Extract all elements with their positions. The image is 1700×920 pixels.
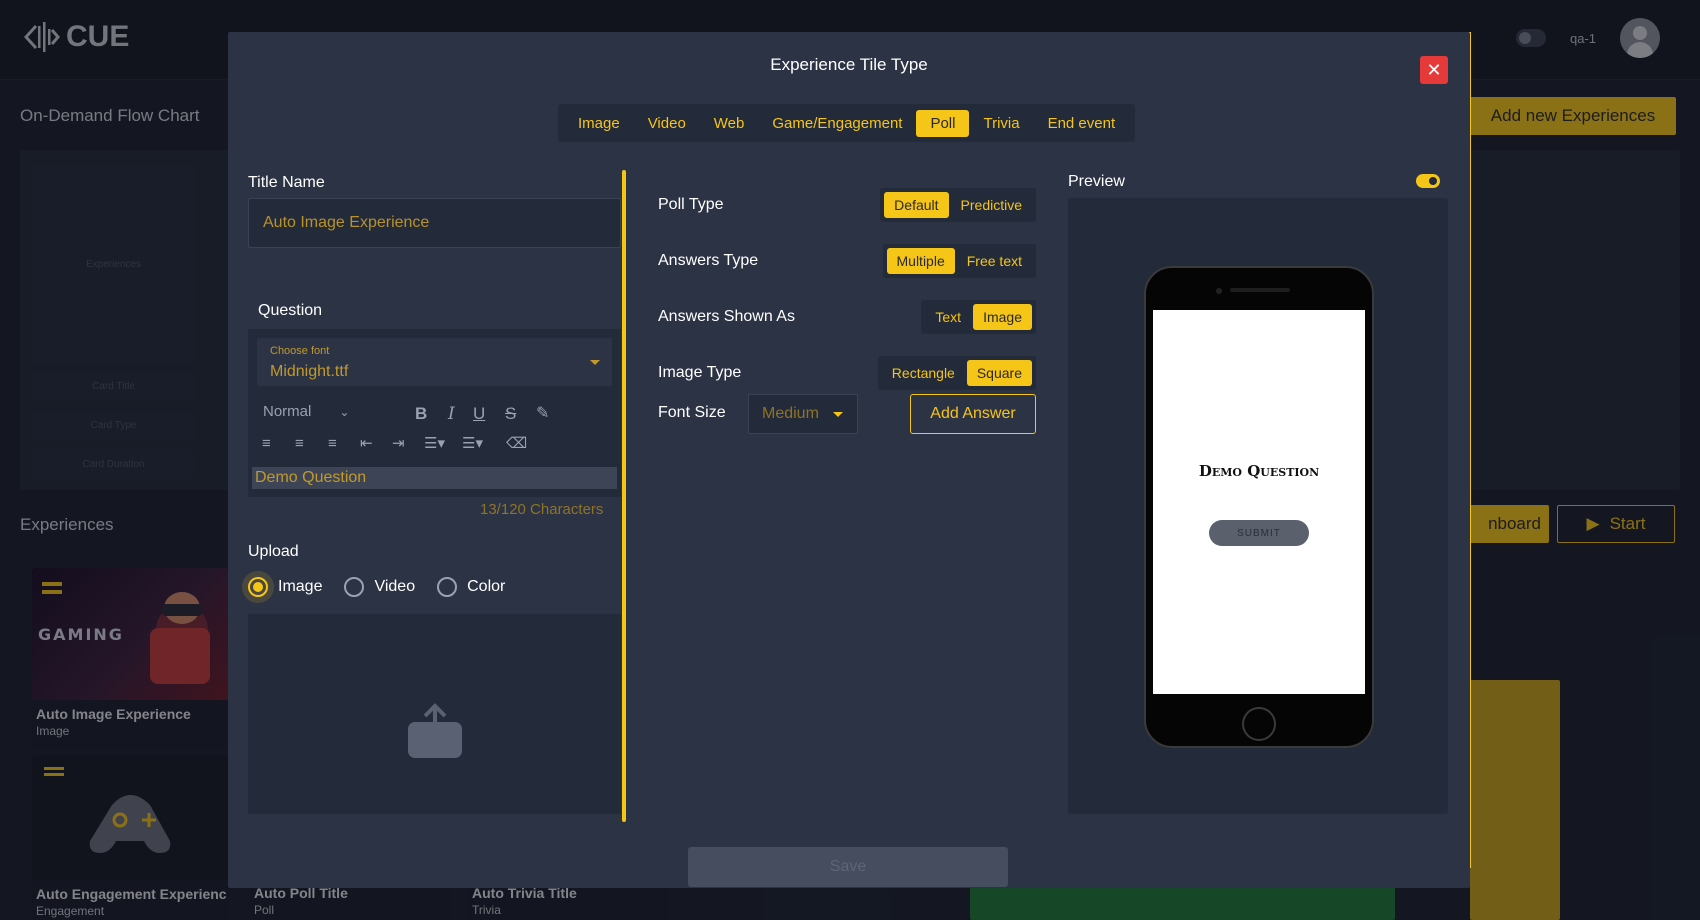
answers-shown-text-option[interactable]: Text	[925, 304, 971, 330]
title-name-label: Title Name	[248, 174, 325, 191]
upload-type-radio-group: Image Video Color	[241, 571, 527, 603]
phone-camera-icon	[1216, 288, 1222, 294]
save-button[interactable]: Save	[688, 847, 1008, 887]
title-name-input[interactable]: Auto Image Experience	[248, 198, 621, 248]
text-style-value: Normal	[263, 403, 312, 420]
tab-video[interactable]: Video	[634, 110, 700, 137]
upload-video-radio[interactable]: Video	[344, 577, 415, 597]
answers-type-toggle: Multiple Free text	[882, 244, 1036, 278]
ordered-list-icon[interactable]: ☰▾	[424, 435, 445, 453]
tab-game-engagement[interactable]: Game/Engagement	[758, 110, 916, 137]
caret-down-icon	[833, 412, 843, 417]
question-editor: Choose font Midnight.ttf Normal ⌄ B I U …	[248, 329, 621, 497]
bold-icon[interactable]: B	[415, 405, 427, 423]
align-right-icon[interactable]: ≡	[328, 435, 337, 453]
font-select-value: Midnight.ttf	[270, 363, 349, 380]
answers-type-free-text-option[interactable]: Free text	[957, 248, 1032, 274]
italic-icon[interactable]: I	[448, 405, 455, 423]
editor-toolbar: Normal ⌄ B I U S ✎ ≡ ≡ ≡ ⇤ ⇥ ☰▾ ☰▾ ⌫	[248, 395, 621, 459]
answers-shown-as-toggle: Text Image	[921, 300, 1036, 334]
answers-shown-as-row: Answers Shown As Text Image	[658, 299, 1036, 335]
answers-shown-image-option[interactable]: Image	[973, 304, 1032, 330]
poll-type-row: Poll Type Default Predictive	[658, 187, 1036, 223]
phone-submit-button: SUBMIT	[1209, 520, 1309, 546]
tab-end-event[interactable]: End event	[1034, 110, 1130, 137]
upload-image-radio[interactable]: Image	[241, 571, 323, 603]
tab-trivia[interactable]: Trivia	[969, 110, 1033, 137]
font-select-label: Choose font	[270, 345, 330, 357]
character-count: 13/120 Characters	[480, 501, 604, 518]
radio-selected-icon	[248, 577, 268, 597]
upload-icon	[408, 703, 462, 758]
question-label: Question	[258, 302, 323, 319]
left-column-scrollbar[interactable]	[622, 170, 626, 822]
upload-dropzone[interactable]	[248, 614, 621, 814]
outdent-icon[interactable]: ⇤	[360, 435, 373, 453]
font-size-select[interactable]: Medium	[748, 394, 858, 434]
preview-panel: Demo Question SUBMIT	[1068, 198, 1448, 814]
phone-home-button-icon	[1242, 707, 1276, 741]
answers-type-label: Answers Type	[658, 252, 759, 269]
poll-type-predictive-option[interactable]: Predictive	[951, 192, 1032, 218]
phone-mockup: Demo Question SUBMIT	[1144, 266, 1374, 748]
modal-title: Experience Tile Type	[770, 55, 928, 74]
highlight-icon[interactable]: ✎	[536, 405, 549, 423]
phone-question-text: Demo Question	[1198, 462, 1320, 480]
upload-label: Upload	[248, 543, 299, 560]
image-type-toggle: Rectangle Square	[877, 356, 1036, 390]
text-style-select[interactable]: Normal ⌄	[263, 403, 349, 420]
caret-down-icon	[590, 360, 600, 365]
question-text-input[interactable]: Demo Question	[252, 467, 617, 489]
tab-image[interactable]: Image	[564, 110, 634, 137]
tab-poll[interactable]: Poll	[916, 109, 970, 137]
phone-speaker-icon	[1230, 288, 1290, 292]
indent-icon[interactable]: ⇥	[392, 435, 405, 453]
font-select[interactable]: Choose font Midnight.ttf	[257, 338, 612, 386]
eraser-icon[interactable]: ⌫	[506, 435, 527, 453]
answers-type-multiple-option[interactable]: Multiple	[886, 248, 955, 274]
strikethrough-icon[interactable]: S	[505, 405, 516, 423]
answers-shown-as-label: Answers Shown As	[658, 308, 795, 325]
radio-label: Color	[467, 578, 506, 595]
font-size-value: Medium	[762, 405, 819, 422]
poll-type-toggle: Default Predictive	[880, 188, 1036, 222]
align-left-icon[interactable]: ≡	[262, 435, 271, 453]
tile-type-tabs: Image Video Web Game/Engagement Poll Tri…	[558, 104, 1135, 142]
preview-label: Preview	[1068, 173, 1125, 190]
bullet-list-icon[interactable]: ☰▾	[462, 435, 483, 453]
radio-label: Image	[278, 578, 323, 595]
radio-icon	[437, 577, 458, 597]
chevron-down-icon: ⌄	[339, 404, 350, 419]
tab-web[interactable]: Web	[700, 110, 759, 137]
image-type-label: Image Type	[658, 364, 742, 381]
image-type-square-option[interactable]: Square	[966, 360, 1032, 386]
image-type-row: Image Type Rectangle Square	[658, 355, 1036, 391]
poll-type-label: Poll Type	[658, 196, 724, 213]
poll-type-default-option[interactable]: Default	[884, 192, 949, 218]
radio-icon	[344, 577, 365, 597]
experience-tile-type-modal: Experience Tile Type ✕ Image Video Web G…	[228, 32, 1470, 888]
phone-screen: Demo Question SUBMIT	[1153, 310, 1365, 694]
align-center-icon[interactable]: ≡	[295, 435, 304, 453]
upload-color-radio[interactable]: Color	[437, 577, 505, 597]
image-type-rectangle-option[interactable]: Rectangle	[882, 360, 965, 386]
close-icon: ✕	[1426, 59, 1442, 80]
add-answer-button[interactable]: Add Answer	[910, 394, 1036, 434]
font-size-label: Font Size	[658, 404, 726, 421]
answers-type-row: Answers Type Multiple Free text	[658, 243, 1036, 279]
underline-icon[interactable]: U	[473, 405, 485, 423]
radio-label: Video	[374, 578, 416, 595]
preview-toggle[interactable]	[1416, 174, 1440, 188]
close-button[interactable]: ✕	[1420, 56, 1448, 84]
